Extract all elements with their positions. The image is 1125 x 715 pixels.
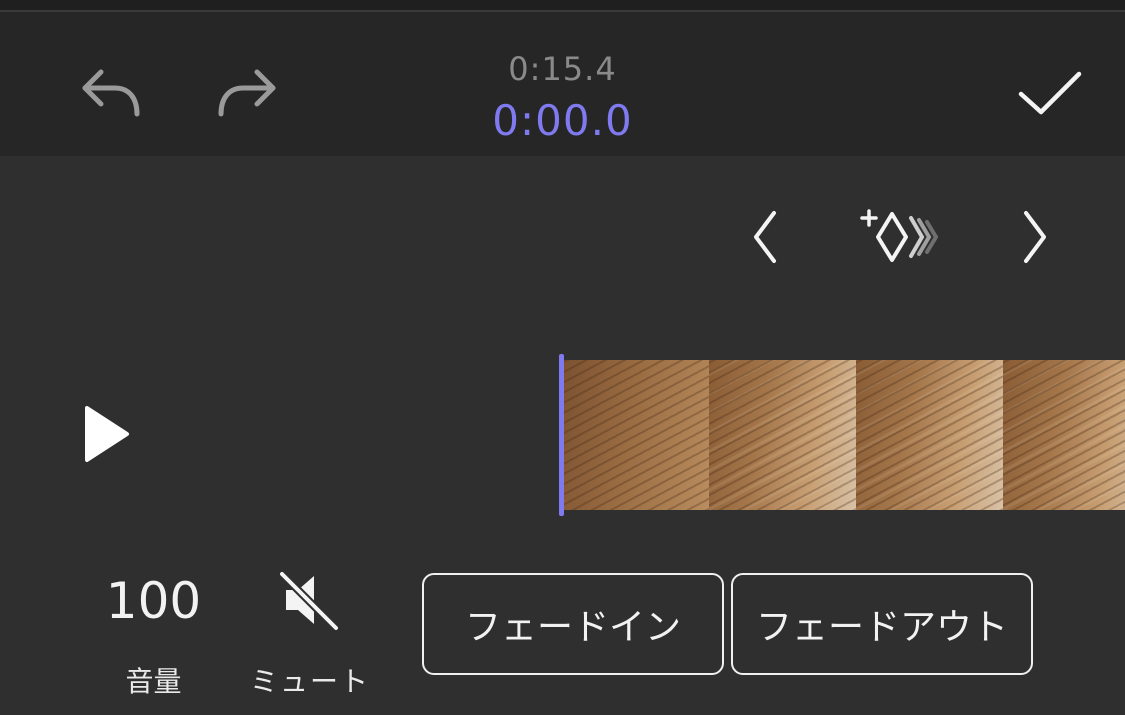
filmstrip-frame [562, 360, 709, 510]
video-filmstrip[interactable] [562, 360, 1125, 510]
play-button[interactable] [70, 398, 140, 470]
volume-label: 音量 [125, 665, 182, 698]
undo-arrow-icon [79, 64, 143, 120]
current-time: 0:00.0 [492, 96, 633, 145]
play-icon [77, 402, 133, 466]
add-keyframe-button[interactable] [856, 202, 946, 272]
previous-keyframe-button[interactable] [745, 205, 785, 269]
fade-out-button[interactable]: フェードアウト [731, 573, 1033, 675]
total-duration: 0:15.4 [508, 50, 617, 88]
chevron-right-icon [1020, 209, 1050, 265]
speaker-muted-icon [278, 568, 342, 632]
filmstrip-frame [1003, 360, 1125, 510]
top-divider [0, 0, 1125, 12]
add-keyframe-icon [858, 204, 944, 270]
filmstrip-frame [709, 360, 856, 510]
filmstrip-frame [856, 360, 1003, 510]
redo-button[interactable] [212, 62, 282, 122]
done-button[interactable] [1014, 64, 1086, 124]
fade-in-button[interactable]: フェードイン [422, 573, 724, 675]
undo-button[interactable] [76, 62, 146, 122]
volume-value[interactable]: 100 [96, 572, 211, 630]
redo-arrow-icon [215, 64, 279, 120]
editor-header: 0:15.4 0:00.0 [0, 12, 1125, 156]
mute-label: ミュート [249, 665, 370, 698]
chevron-left-icon [750, 209, 780, 265]
next-keyframe-button[interactable] [1015, 205, 1055, 269]
playhead[interactable] [559, 354, 564, 516]
mute-button[interactable] [270, 565, 350, 635]
checkmark-icon [1017, 70, 1083, 118]
